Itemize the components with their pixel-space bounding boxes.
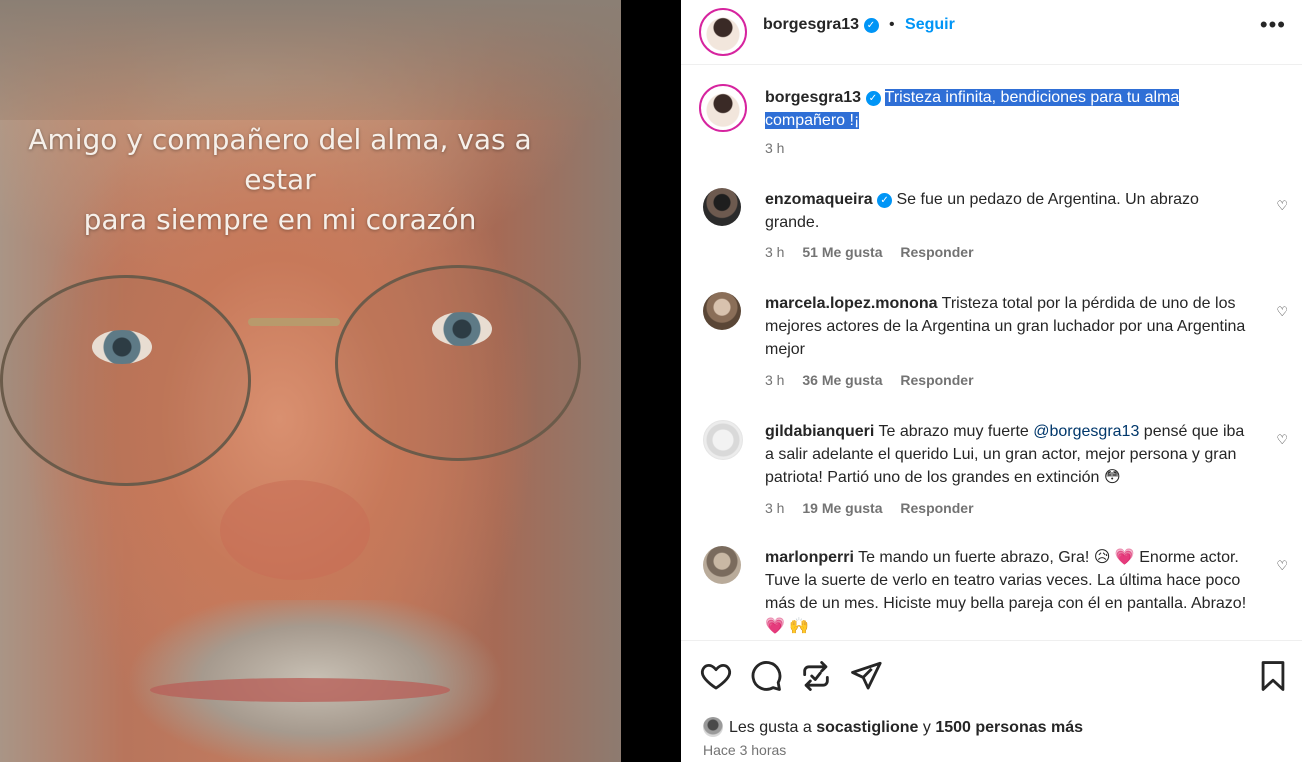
comment-username[interactable]: marlonperri <box>765 549 854 566</box>
header-user-row: borgesgra13 ✓ • Seguir <box>763 16 955 34</box>
comment-avatar[interactable] <box>703 546 741 584</box>
comment-text: marlonperri Te mando un fuerte abrazo, G… <box>765 546 1255 638</box>
share-icon[interactable] <box>799 659 833 693</box>
image-nose <box>220 480 370 580</box>
comment-username[interactable]: enzomaqueira <box>765 191 873 208</box>
header-separator: • <box>888 16 895 33</box>
comment-like-heart-icon[interactable]: ♡ <box>1276 304 1288 320</box>
likes-prefix: Les gusta a <box>729 719 812 736</box>
comment-meta: 3 h 36 Me gusta Responder <box>765 372 988 388</box>
verified-badge-icon: ✓ <box>877 193 893 208</box>
post-actions-bar: Les gusta a socastiglione y 1500 persona… <box>681 640 1302 763</box>
comment-text: gildabianqueri Te abrazo muy fuerte @bor… <box>765 420 1255 489</box>
likes-summary: Les gusta a socastiglione y 1500 persona… <box>703 717 1083 737</box>
caption-avatar[interactable] <box>699 84 747 132</box>
post-header: borgesgra13 ✓ • Seguir ••• <box>681 0 1302 65</box>
glasses-bridge <box>248 318 340 326</box>
more-options-icon[interactable]: ••• <box>1260 12 1286 38</box>
image-caption-line-1: Amigo y compañero del alma, vas a estar <box>28 123 532 196</box>
comment-username[interactable]: marcela.lopez.monona <box>765 295 938 312</box>
comment-item: marcela.lopez.monona Tristeza total por … <box>681 292 1302 402</box>
comment-avatar[interactable] <box>703 420 743 460</box>
post-caption: borgesgra13 ✓ Tristeza infinita, bendici… <box>681 80 1302 170</box>
comment-text: marcela.lopez.monona Tristeza total por … <box>765 292 1255 361</box>
comment-text: enzomaqueira ✓ Se fue un pedazo de Argen… <box>765 188 1255 234</box>
comment-avatar[interactable] <box>703 188 741 226</box>
liker-username[interactable]: socastiglione <box>816 719 918 736</box>
comment-mention-link[interactable]: @borgesgra13 <box>1033 423 1139 440</box>
comment-reply-button[interactable]: Responder <box>900 372 973 388</box>
author-avatar[interactable] <box>699 8 747 56</box>
comment-username[interactable]: gildabianqueri <box>765 423 874 440</box>
liker-avatar[interactable] <box>703 717 723 737</box>
follow-button[interactable]: Seguir <box>905 16 955 33</box>
likes-connector: y <box>922 719 931 736</box>
comment-item: enzomaqueira ✓ Se fue un pedazo de Argen… <box>681 186 1302 276</box>
image-caption-line-2: para siempre en mi corazón <box>83 203 477 236</box>
media-divider <box>621 0 681 762</box>
image-caption: Amigo y compañero del alma, vas a estar … <box>20 120 540 240</box>
caption-text: borgesgra13 ✓ Tristeza infinita, bendici… <box>765 86 1255 132</box>
image-lips <box>150 678 450 702</box>
comment-icon[interactable] <box>749 659 783 693</box>
send-icon[interactable] <box>849 659 883 693</box>
comment-item: marlonperri Te mando un fuerte abrazo, G… <box>681 546 1302 640</box>
comment-avatar[interactable] <box>703 292 741 330</box>
caption-meta: 3 h <box>765 140 798 156</box>
comment-meta: 3 h 19 Me gusta Responder <box>765 500 988 516</box>
comment-likes-count[interactable]: 19 Me gusta <box>802 500 882 516</box>
bookmark-icon[interactable] <box>1256 659 1290 693</box>
comment-meta: 3 h 51 Me gusta Responder <box>765 244 988 260</box>
glasses-left-lens <box>0 275 251 486</box>
likes-others-count[interactable]: 1500 personas más <box>935 719 1083 736</box>
image-left-eye <box>92 330 152 364</box>
heart-icon[interactable] <box>699 659 733 693</box>
verified-badge-icon: ✓ <box>863 18 879 33</box>
post-image[interactable]: Amigo y compañero del alma, vas a estar … <box>0 0 621 762</box>
glasses-right-lens <box>335 265 581 461</box>
comment-like-heart-icon[interactable]: ♡ <box>1276 432 1288 448</box>
comment-content-start: Te abrazo muy fuerte <box>878 423 1034 440</box>
comment-reply-button[interactable]: Responder <box>900 500 973 516</box>
comment-like-heart-icon[interactable]: ♡ <box>1276 198 1288 214</box>
verified-badge-icon: ✓ <box>865 91 881 106</box>
image-hair <box>0 0 621 120</box>
comment-like-heart-icon[interactable]: ♡ <box>1276 558 1288 574</box>
comment-time: 3 h <box>765 500 785 516</box>
comment-likes-count[interactable]: 51 Me gusta <box>802 244 882 260</box>
comment-time: 3 h <box>765 244 785 260</box>
comment-item: gildabianqueri Te abrazo muy fuerte @bor… <box>681 420 1302 530</box>
comment-time: 3 h <box>765 372 785 388</box>
post-time-ago[interactable]: Hace 3 horas <box>703 742 786 758</box>
comment-reply-button[interactable]: Responder <box>900 244 973 260</box>
image-right-eye <box>432 312 492 346</box>
comment-likes-count[interactable]: 36 Me gusta <box>802 372 882 388</box>
caption-time: 3 h <box>765 140 785 156</box>
author-username[interactable]: borgesgra13 <box>763 16 859 33</box>
caption-username[interactable]: borgesgra13 <box>765 89 861 106</box>
post-side-panel: borgesgra13 ✓ • Seguir ••• borgesgra13 ✓… <box>681 0 1302 762</box>
